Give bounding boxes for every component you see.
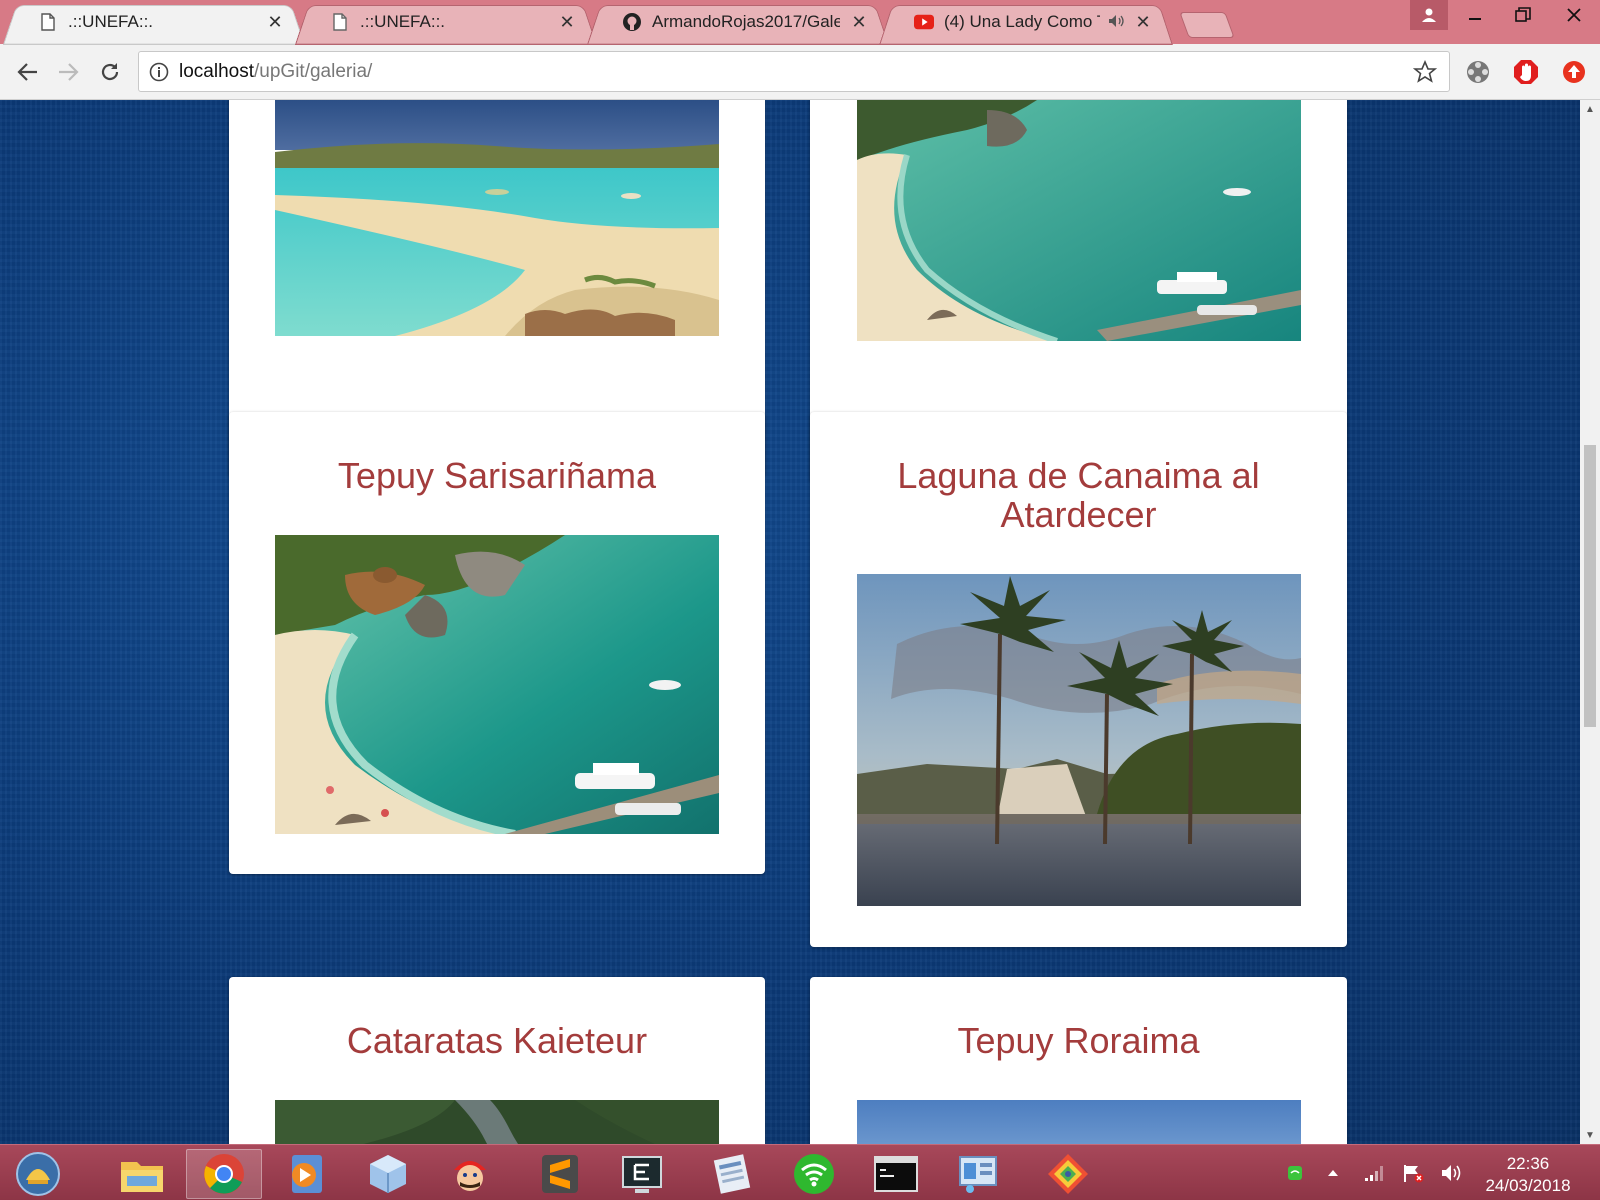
tab-title: .::UNEFA::. xyxy=(360,12,446,31)
back-icon[interactable] xyxy=(12,56,44,88)
browser-toolbar: localhost/upGit/galeria/ xyxy=(0,44,1600,100)
page-icon xyxy=(330,12,350,32)
close-icon[interactable]: ✕ xyxy=(850,12,868,33)
bay-boats-photo[interactable] xyxy=(275,535,719,834)
bookmark-star-icon[interactable] xyxy=(1412,59,1438,89)
close-icon[interactable]: ✕ xyxy=(558,12,576,33)
system-clock[interactable]: 22:36 24/03/2018 xyxy=(1458,1153,1598,1197)
sublime-text-icon[interactable] xyxy=(522,1149,598,1199)
roraima-sky-photo[interactable] xyxy=(857,1100,1301,1144)
tab-unefa-1[interactable]: .::UNEFA::. ✕ xyxy=(10,0,298,44)
forward-icon[interactable] xyxy=(52,56,84,88)
action-center-flag-icon[interactable] xyxy=(1398,1145,1428,1200)
tab-strip: .::UNEFA::. ✕ .::UNEFA::. ✕ ArmandoRojas… xyxy=(0,0,1600,44)
card-title: Tepuy Roraima xyxy=(957,1020,1200,1061)
kaieteur-river-photo[interactable] xyxy=(275,1100,719,1144)
gallery-card: Tepuy Roraima xyxy=(810,977,1347,1144)
reload-icon[interactable] xyxy=(94,56,126,88)
upload-extension-icon[interactable] xyxy=(1558,56,1590,88)
tab-title: .::UNEFA::. xyxy=(68,12,154,31)
adblock-extension-icon[interactable] xyxy=(1510,56,1542,88)
info-icon[interactable] xyxy=(139,62,179,82)
scroll-down-icon[interactable]: ▼ xyxy=(1580,1126,1600,1144)
card-title: Tepuy Sarisariñama xyxy=(337,455,657,496)
tab-youtube[interactable]: (4) Una Lady Como Tú ✕ xyxy=(886,0,1166,44)
speaker-icon[interactable] xyxy=(1108,14,1124,31)
signal-strength-icon[interactable] xyxy=(1360,1145,1390,1200)
user-profile-icon[interactable] xyxy=(1410,0,1448,30)
card-title: Cataratas Kaieteur xyxy=(346,1020,648,1061)
url-path: /upGit/galeria/ xyxy=(254,60,373,82)
card-title: Laguna de Canaima al Atardecer xyxy=(897,455,1260,535)
close-window-icon[interactable] xyxy=(1548,0,1600,30)
file-explorer-icon[interactable] xyxy=(104,1149,180,1199)
media-player-icon[interactable] xyxy=(268,1149,344,1199)
close-icon[interactable]: ✕ xyxy=(1134,12,1152,33)
tab-github[interactable]: ArmandoRojas2017/Gale ✕ xyxy=(594,0,882,44)
terminal-e-icon[interactable] xyxy=(604,1149,680,1199)
address-bar[interactable]: localhost/upGit/galeria/ xyxy=(138,51,1450,92)
chrome-icon[interactable] xyxy=(186,1149,262,1199)
page-icon xyxy=(38,12,58,32)
git-icon[interactable] xyxy=(1030,1149,1106,1199)
page-viewport: Tepuy Sarisariñama Laguna de Canaima al … xyxy=(0,100,1580,1144)
tab-unefa-2[interactable]: .::UNEFA::. ✕ xyxy=(302,0,590,44)
film-reel-extension-icon[interactable] xyxy=(1462,56,1494,88)
restore-icon[interactable] xyxy=(1500,0,1546,30)
beach-sandbar-photo[interactable] xyxy=(275,100,719,336)
taskbar: 22:36 24/03/2018 xyxy=(0,1144,1600,1200)
mario-icon[interactable] xyxy=(432,1149,508,1199)
cmd-icon[interactable] xyxy=(858,1149,934,1199)
url-host: localhost xyxy=(179,60,254,82)
gallery-card: Tepuy Sarisariñama xyxy=(229,412,765,874)
tray-app-icon[interactable] xyxy=(1282,1145,1308,1200)
canaima-palms-photo[interactable] xyxy=(857,574,1301,906)
github-icon xyxy=(622,12,642,32)
gallery-card: Cataratas Kaieteur xyxy=(229,977,765,1144)
youtube-icon xyxy=(914,12,934,32)
show-hidden-icons-icon[interactable] xyxy=(1320,1145,1346,1200)
network-manager-icon[interactable] xyxy=(694,1149,770,1199)
close-icon[interactable]: ✕ xyxy=(266,12,284,33)
bay-boats-photo[interactable] xyxy=(857,100,1301,341)
minimize-icon[interactable] xyxy=(1452,0,1498,30)
tab-title: (4) Una Lady Como Tú xyxy=(944,12,1100,31)
box-icon[interactable] xyxy=(350,1149,426,1199)
scroll-up-icon[interactable]: ▲ xyxy=(1580,100,1600,118)
new-tab-button[interactable] xyxy=(1179,12,1235,38)
start-orb-icon[interactable] xyxy=(0,1149,76,1199)
scrollbar-thumb[interactable] xyxy=(1584,445,1596,727)
clock-time: 22:36 xyxy=(1506,1154,1550,1173)
page-scrollbar[interactable]: ▲ ▼ xyxy=(1580,100,1600,1144)
control-panel-icon[interactable] xyxy=(940,1149,1016,1199)
wifi-app-icon[interactable] xyxy=(776,1149,852,1199)
gallery-card: Laguna de Canaima al Atardecer xyxy=(810,412,1347,947)
clock-date: 24/03/2018 xyxy=(1485,1176,1571,1195)
tab-title: ArmandoRojas2017/Gale xyxy=(652,12,840,31)
